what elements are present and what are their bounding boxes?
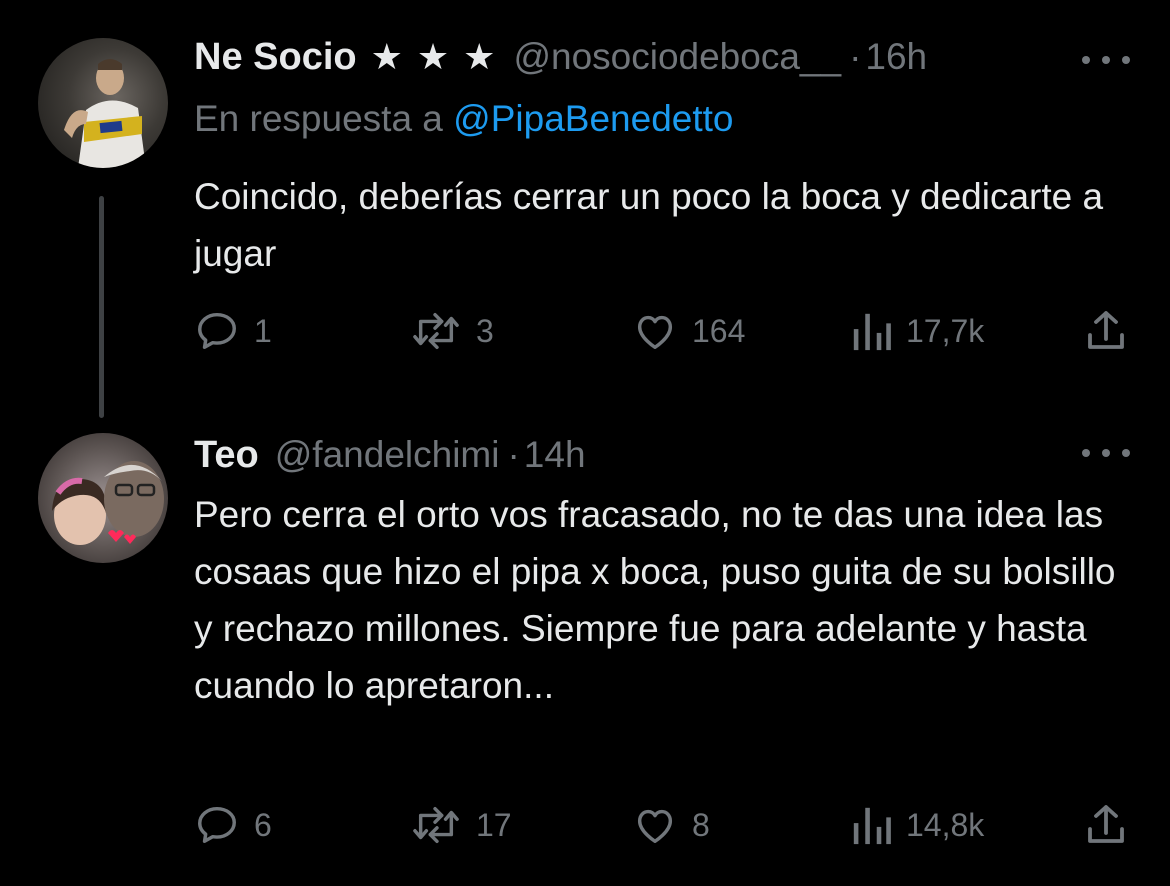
reply-button[interactable]: 6: [194, 800, 272, 850]
display-name[interactable]: Teo: [194, 434, 259, 477]
retweet-button[interactable]: 17: [410, 800, 512, 850]
separator-dot: ·: [507, 434, 520, 475]
retweet-icon: [413, 806, 459, 844]
tweet-header: Teo @fandelchimi · 14h: [194, 434, 586, 484]
action-bar: 1 3 164 17,7k: [0, 306, 1170, 356]
like-icon: [637, 315, 673, 350]
tweet[interactable]: Teo @fandelchimi · 14h Pero cerra el ort…: [0, 430, 1170, 886]
avatar[interactable]: [38, 38, 168, 168]
reply-button[interactable]: 1: [194, 306, 272, 356]
username[interactable]: @fandelchimi: [275, 434, 500, 476]
like-count: 164: [692, 312, 746, 349]
avatar[interactable]: [38, 433, 168, 563]
reply-icon: [198, 806, 236, 844]
reply-count: 1: [254, 312, 272, 349]
views-button[interactable]: 14,8k: [850, 800, 984, 850]
retweet-count: 17: [476, 806, 512, 843]
retweet-button[interactable]: 3: [410, 306, 494, 356]
views-button[interactable]: 17,7k: [850, 306, 984, 356]
views-count: 17,7k: [906, 312, 985, 349]
timestamp[interactable]: 16h: [865, 36, 927, 78]
reply-count: 6: [254, 806, 272, 843]
reply-icon: [198, 312, 236, 350]
like-icon: [637, 809, 673, 844]
tweet[interactable]: Ne Socio ★ ★ ★ @nosociodeboca__ · 16h En…: [0, 0, 1170, 430]
like-button[interactable]: 164: [632, 306, 745, 356]
retweet-count: 3: [476, 312, 494, 349]
tweet-header: Ne Socio ★ ★ ★ @nosociodeboca__ · 16h: [194, 36, 927, 86]
reply-context: En respuesta a @PipaBenedetto: [194, 98, 734, 140]
tweet-text: Coincido, deberías cerrar un poco la boc…: [194, 176, 1104, 274]
views-icon: [853, 313, 891, 351]
separator-dot: ·: [849, 36, 862, 77]
share-button[interactable]: [1082, 800, 1130, 850]
username[interactable]: @nosociodeboca__: [513, 36, 841, 78]
reply-prefix: En respuesta a: [194, 98, 443, 139]
tweet-text: Pero cerra el orto vos fracasado, no te …: [194, 494, 1116, 706]
more-icon[interactable]: [1082, 50, 1130, 70]
like-count: 8: [692, 806, 710, 843]
like-button[interactable]: 8: [632, 800, 710, 850]
star-badge: ★ ★ ★: [370, 36, 498, 77]
views-count: 14,8k: [906, 806, 985, 843]
reply-mention-link[interactable]: @PipaBenedetto: [453, 98, 733, 139]
retweet-icon: [413, 312, 459, 350]
more-icon[interactable]: [1082, 443, 1130, 463]
views-icon: [853, 807, 891, 845]
timestamp[interactable]: 14h: [524, 434, 586, 476]
share-icon: [1088, 311, 1124, 349]
share-icon: [1088, 805, 1124, 843]
action-bar: 6 17 8 14,8k: [0, 800, 1170, 850]
display-name[interactable]: Ne Socio: [194, 36, 357, 79]
share-button[interactable]: [1082, 306, 1130, 356]
